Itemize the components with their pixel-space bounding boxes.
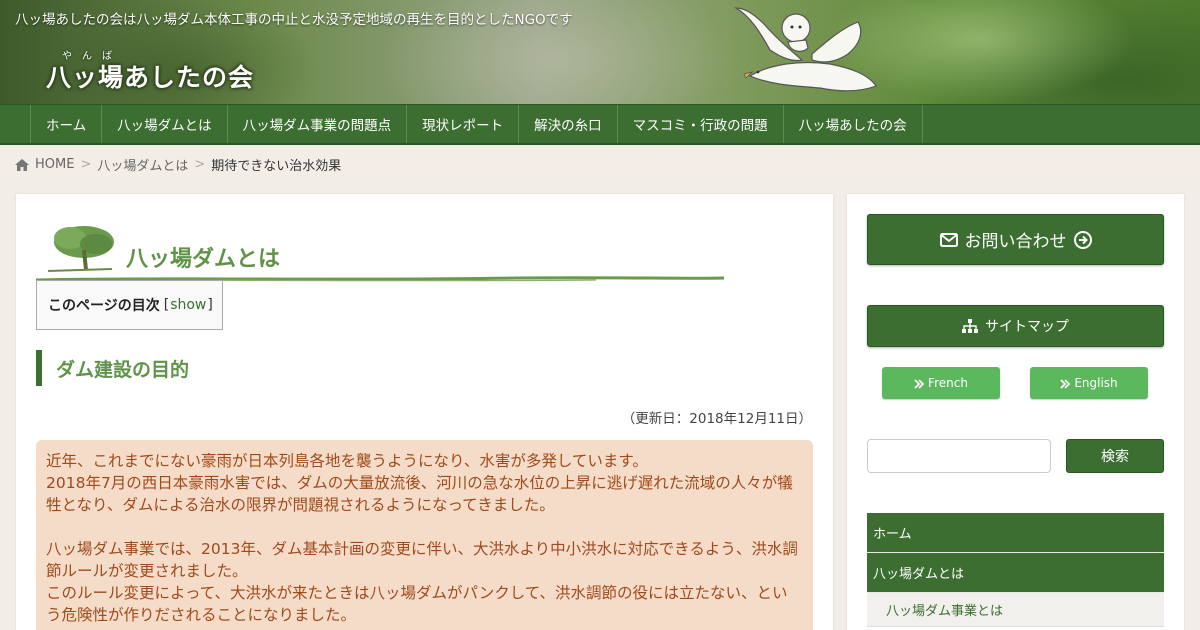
toc-bracket-open: [: [163, 297, 170, 313]
nav-item-media-issues[interactable]: マスコミ・行政の問題: [616, 105, 783, 143]
updated-date: （更新日：2018年12月11日）: [621, 411, 812, 427]
toc-bracket-close: ]: [207, 297, 213, 313]
breadcrumb-separator: >: [194, 157, 206, 172]
lang-french-button[interactable]: French: [882, 367, 1000, 399]
sidebar-item-home[interactable]: ホーム: [867, 513, 1164, 553]
lang-english-button[interactable]: English: [1030, 367, 1148, 399]
double-chevron-right-icon: [914, 376, 925, 390]
site-tagline: 八ッ場あしたの会は八ッ場ダム本体工事の中止と水没予定地域の再生を目的としたNGO…: [15, 12, 573, 28]
breadcrumb-current: 期待できない治水効果: [211, 159, 342, 174]
nav-item-association[interactable]: 八ッ場あしたの会: [782, 105, 923, 143]
contact-button[interactable]: お問い合わせ: [867, 214, 1164, 265]
nav-item-problems[interactable]: 八ッ場ダム事業の問題点: [226, 105, 407, 143]
toc-label: このページの目次: [48, 298, 160, 314]
search-button[interactable]: 検索: [1066, 439, 1164, 473]
section-heading: ダム建設の目的: [36, 350, 189, 386]
page-heading: 八ッ場ダムとは: [35, 224, 726, 282]
notice-paragraph: 近年、これまでにない豪雨が日本列島各地を襲うようになり、水害が多発しています。: [46, 452, 648, 470]
double-chevron-right-icon: [1060, 376, 1071, 390]
breadcrumb-parent-link[interactable]: 八ッ場ダムとは: [97, 155, 188, 174]
lang-french-label: French: [928, 376, 968, 390]
toc-toggle-link[interactable]: show: [170, 297, 206, 313]
bird-mascot-illustration: [730, 2, 880, 101]
table-of-contents: このページの目次 [ show ]: [36, 280, 223, 330]
home-icon: [15, 157, 29, 172]
site-header: 八ッ場あしたの会は八ッ場ダム本体工事の中止と水没予定地域の再生を目的としたNGO…: [0, 0, 1200, 104]
site-logo[interactable]: 八ッ場あしたの会: [46, 58, 254, 94]
notice-paragraph: 2018年7月の西日本豪雨水害では、ダムの大量放流後、河川の急な水位の上昇に逃げ…: [46, 474, 793, 514]
arrow-circle-right-icon: [1073, 230, 1092, 250]
breadcrumb-separator: >: [80, 157, 92, 172]
nav-item-reports[interactable]: 現状レポート: [406, 105, 518, 143]
notice-paragraph: このルール変更によって、大洪水が来たときは八ッ場ダムがパンクして、洪水調節の役に…: [46, 584, 788, 624]
envelope-icon: [939, 230, 958, 250]
sidebar: お問い合わせ サイトマップ French English 検索 ホーム 八ッ場ダ…: [847, 194, 1184, 630]
main-content: 八ッ場ダムとは このページの目次 [ show ] ダム建設の目的 （更新日：2…: [16, 194, 833, 630]
sitemap-button[interactable]: サイトマップ: [867, 305, 1164, 347]
nav-item-home[interactable]: ホーム: [30, 105, 101, 143]
lang-english-label: English: [1074, 376, 1118, 390]
nav-item-solutions[interactable]: 解決の糸口: [518, 105, 617, 143]
breadcrumb: HOME > 八ッ場ダムとは > 期待できない治水効果: [15, 155, 341, 174]
sitemap-icon: [962, 318, 978, 334]
breadcrumb-home-link[interactable]: HOME: [35, 157, 74, 172]
sidebar-item-about-dam[interactable]: 八ッ場ダムとは: [867, 553, 1164, 593]
nav-item-about-dam[interactable]: 八ッ場ダムとは: [101, 105, 227, 143]
sitemap-label: サイトマップ: [985, 319, 1069, 335]
sidebar-subitem-dam-project[interactable]: 八ッ場ダム事業とは: [867, 593, 1164, 627]
global-nav: ホーム 八ッ場ダムとは 八ッ場ダム事業の問題点 現状レポート 解決の糸口 マスコ…: [0, 104, 1200, 145]
sidebar-menu: ホーム 八ッ場ダムとは 八ッ場ダム事業とは: [867, 513, 1164, 627]
notice-box: 近年、これまでにない豪雨が日本列島各地を襲うようになり、水害が多発しています。 …: [36, 440, 813, 630]
notice-paragraph: 八ッ場ダム事業では、2013年、ダム基本計画の変更に伴い、大洪水より中小洪水に対…: [46, 540, 798, 580]
contact-label: お問い合わせ: [964, 232, 1067, 252]
search-input[interactable]: [867, 439, 1051, 473]
